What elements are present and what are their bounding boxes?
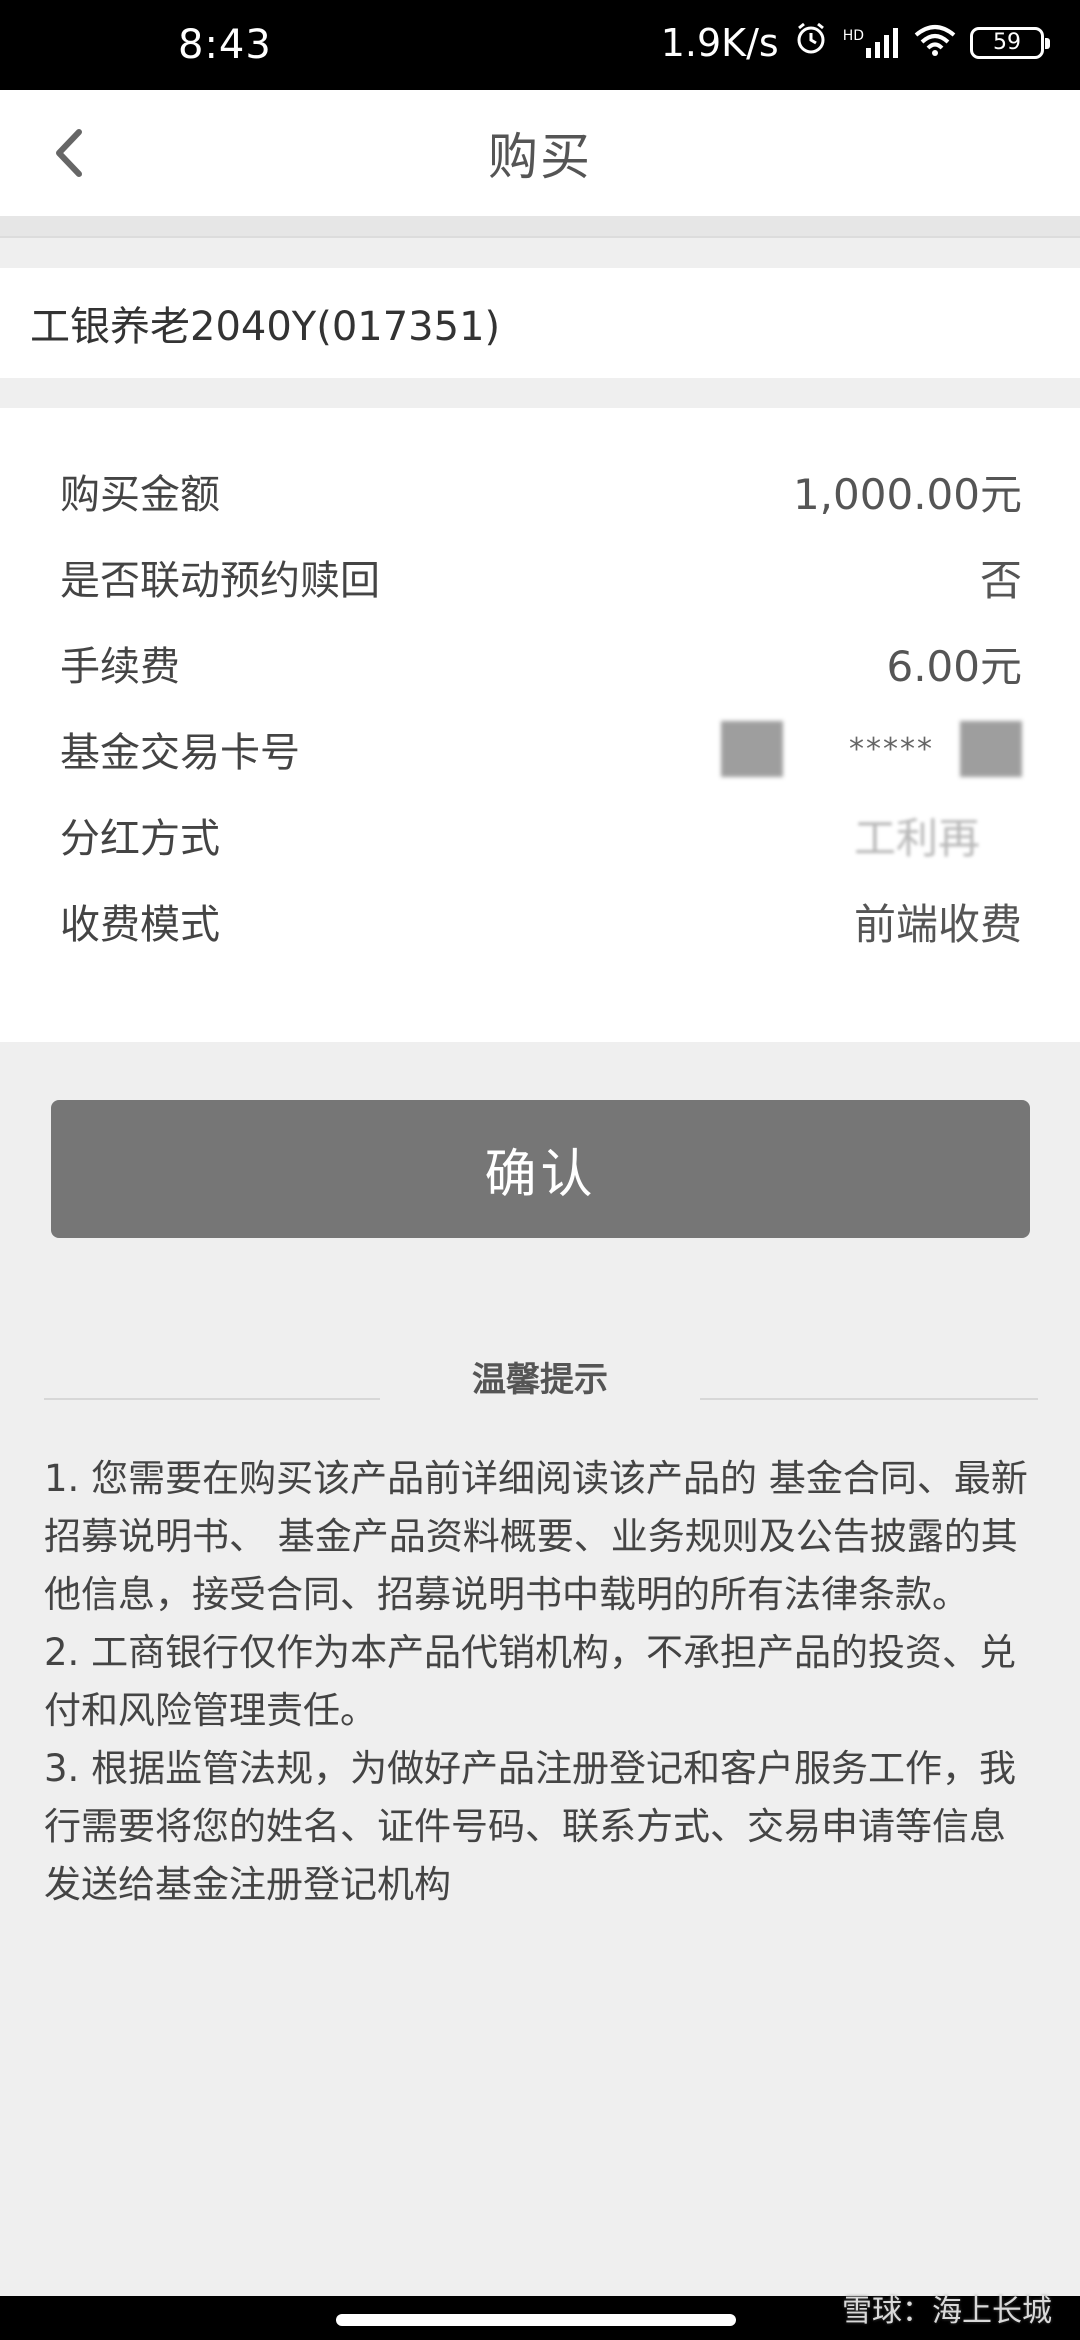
detail-value: 否	[979, 555, 1022, 605]
alarm-icon	[793, 20, 829, 65]
detail-row-fee: 手续费 6.00元	[0, 620, 1080, 706]
detail-row-fee-mode: 收费模式 前端收费	[0, 878, 1080, 964]
tip-item: 1. 您需要在购买该产品前详细阅读该产品的 基金合同、最新招募说明书、 基金产品…	[44, 1457, 1028, 1616]
detail-label: 手续费	[60, 644, 180, 690]
tip-item: 3. 根据监管法规，为做好产品注册登记和客户服务工作，我行需要将您的姓名、证件号…	[44, 1747, 1017, 1906]
status-icons: 1.9K/s HD 59	[660, 20, 1050, 65]
status-bar: 8:43 1.9K/s HD 59	[0, 0, 1080, 90]
product-name: 工银养老2040Y(017351)	[30, 304, 501, 350]
hd-label: HD	[842, 27, 864, 44]
signal-icon: HD	[842, 27, 900, 58]
tips-title: 温馨提示	[472, 1360, 608, 1400]
tips-header: 温馨提示	[0, 1352, 1080, 1402]
battery-level: 59	[993, 30, 1021, 55]
detail-value: 工利再	[853, 813, 980, 863]
divider	[0, 216, 1080, 238]
detail-row-card-number: 基金交易卡号 *****	[0, 706, 1080, 792]
detail-label: 是否联动预约赎回	[60, 558, 380, 604]
redacted-block	[960, 721, 1022, 777]
detail-row-linked-redemption: 是否联动预约赎回 否	[0, 534, 1080, 620]
product-card: 工银养老2040Y(017351)	[0, 268, 1080, 378]
divider-right	[700, 1398, 1038, 1400]
watermark: 雪球：海上长城	[842, 2294, 1052, 2329]
net-speed: 1.9K/s	[660, 20, 779, 65]
detail-value: 6.00元	[886, 641, 1022, 691]
detail-value: 前端收费	[853, 899, 1022, 949]
page-title: 购买	[488, 128, 592, 186]
back-button[interactable]	[28, 116, 108, 190]
card-number-stars: *****	[849, 731, 934, 767]
detail-row-dividend: 分红方式 工利再	[0, 792, 1080, 878]
tips-body: 1. 您需要在购买该产品前详细阅读该产品的 基金合同、最新招募说明书、 基金产品…	[44, 1450, 1040, 1914]
header: 购买	[0, 90, 1080, 216]
chevron-left-icon	[56, 129, 82, 177]
order-details: 购买金额 1,000.00元 是否联动预约赎回 否 手续费 6.00元 基金交易…	[0, 408, 1080, 1042]
battery-icon: 59	[970, 26, 1050, 59]
status-time: 8:43	[178, 22, 272, 68]
detail-label: 分红方式	[60, 816, 220, 862]
confirm-button[interactable]: 确认	[51, 1100, 1030, 1238]
detail-row-amount: 购买金额 1,000.00元	[0, 448, 1080, 534]
home-indicator[interactable]	[336, 2314, 736, 2326]
detail-label: 收费模式	[60, 902, 220, 948]
tip-item: 2. 工商银行仅作为本产品代销机构，不承担产品的投资、兑付和风险管理责任。	[44, 1631, 1017, 1732]
wifi-icon	[914, 21, 956, 65]
detail-value: 1,000.00元	[792, 469, 1022, 519]
detail-label: 基金交易卡号	[60, 730, 300, 776]
detail-label: 购买金额	[60, 472, 220, 518]
card-number-masked: *****	[721, 721, 1022, 777]
redacted-block	[721, 721, 783, 777]
